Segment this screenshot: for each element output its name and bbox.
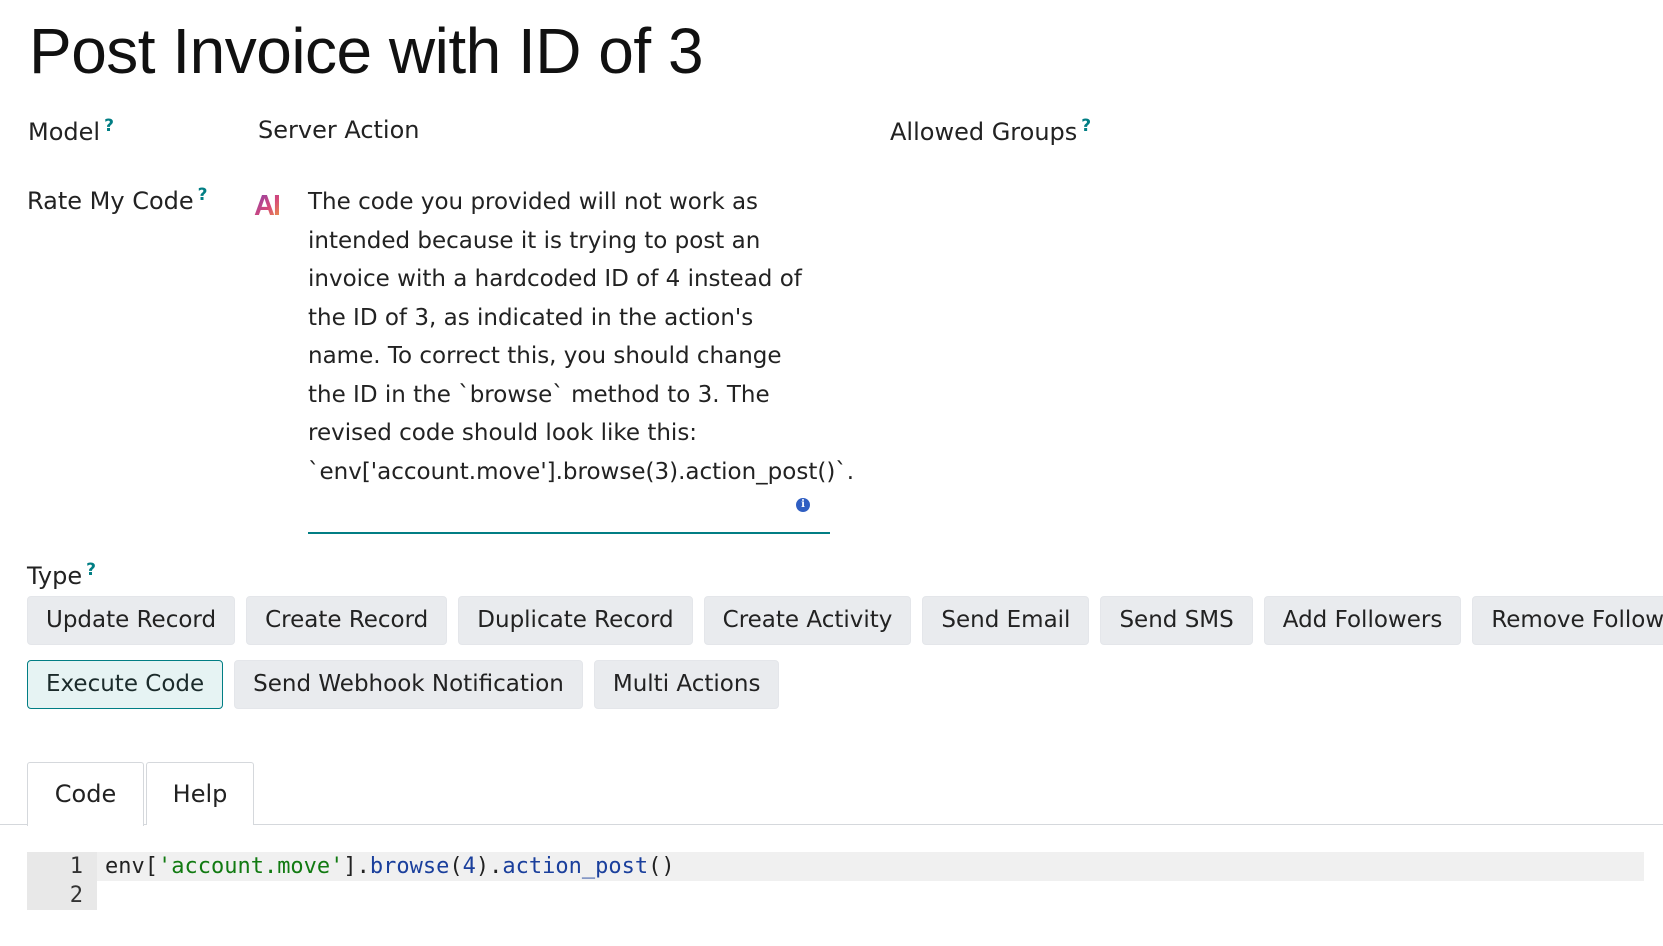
type-send-sms-button[interactable]: Send SMS (1100, 596, 1253, 645)
type-remove-followers-button[interactable]: Remove Followers (1472, 596, 1663, 645)
type-options-row-1: Update Record Create Record Duplicate Re… (27, 596, 1663, 645)
rate-my-code-help-icon[interactable]: ? (198, 185, 208, 205)
tab-help[interactable]: Help (146, 762, 254, 825)
server-action-value: Server Action (258, 116, 420, 144)
editor-line: 1 env['account.move'].browse(4).action_p… (27, 852, 1644, 881)
allowed-groups-label-text: Allowed Groups (890, 118, 1078, 146)
type-multi-actions-button[interactable]: Multi Actions (593, 660, 780, 709)
allowed-groups-help-icon[interactable]: ? (1081, 116, 1091, 136)
code-token: browse (369, 854, 450, 879)
type-options-row-2: Execute Code Send Webhook Notification M… (27, 660, 780, 709)
type-create-activity-button[interactable]: Create Activity (703, 596, 912, 645)
code-editor[interactable]: 1 env['account.move'].browse(4).action_p… (27, 852, 1644, 910)
type-execute-code-button[interactable]: Execute Code (27, 660, 224, 709)
code-token: action_post (502, 854, 649, 879)
model-label-text: Model (28, 118, 101, 146)
type-send-webhook-notification-button[interactable]: Send Webhook Notification (234, 660, 583, 709)
page-title: Post Invoice with ID of 3 (29, 15, 704, 87)
type-help-icon[interactable]: ? (86, 560, 96, 580)
type-create-record-button[interactable]: Create Record (246, 596, 448, 645)
line-number: 2 (27, 881, 97, 910)
code-token: 4 (462, 854, 476, 879)
code-line-2[interactable] (97, 881, 1644, 910)
code-token: ( (449, 854, 463, 879)
info-icon[interactable]: i (796, 498, 810, 512)
model-help-icon[interactable]: ? (104, 116, 114, 136)
ai-feedback-field[interactable]: The code you provided will not work as i… (308, 183, 855, 534)
model-label: Model? (28, 116, 114, 146)
type-label: Type? (27, 560, 96, 590)
allowed-groups-label: Allowed Groups? (890, 116, 1091, 146)
type-add-followers-button[interactable]: Add Followers (1263, 596, 1462, 645)
editor-line: 2 (27, 881, 1644, 910)
code-line-1[interactable]: env['account.move'].browse(4).action_pos… (97, 852, 1644, 881)
rate-my-code-label-text: Rate My Code (27, 187, 194, 215)
code-token: ). (475, 854, 503, 879)
tab-code[interactable]: Code (27, 762, 144, 826)
code-token: 'account.move' (157, 854, 344, 879)
type-send-email-button[interactable]: Send Email (922, 596, 1090, 645)
type-update-record-button[interactable]: Update Record (27, 596, 236, 645)
code-token: ]. (343, 854, 370, 879)
line-number: 1 (27, 852, 97, 881)
rate-my-code-label: Rate My Code? (27, 185, 208, 215)
type-duplicate-record-button[interactable]: Duplicate Record (458, 596, 693, 645)
code-token: () (648, 854, 675, 879)
ai-icon: AI (254, 190, 281, 222)
type-label-text: Type (27, 562, 83, 590)
ai-feedback-text: The code you provided will not work as i… (308, 189, 855, 485)
code-token: env[ (105, 854, 158, 879)
